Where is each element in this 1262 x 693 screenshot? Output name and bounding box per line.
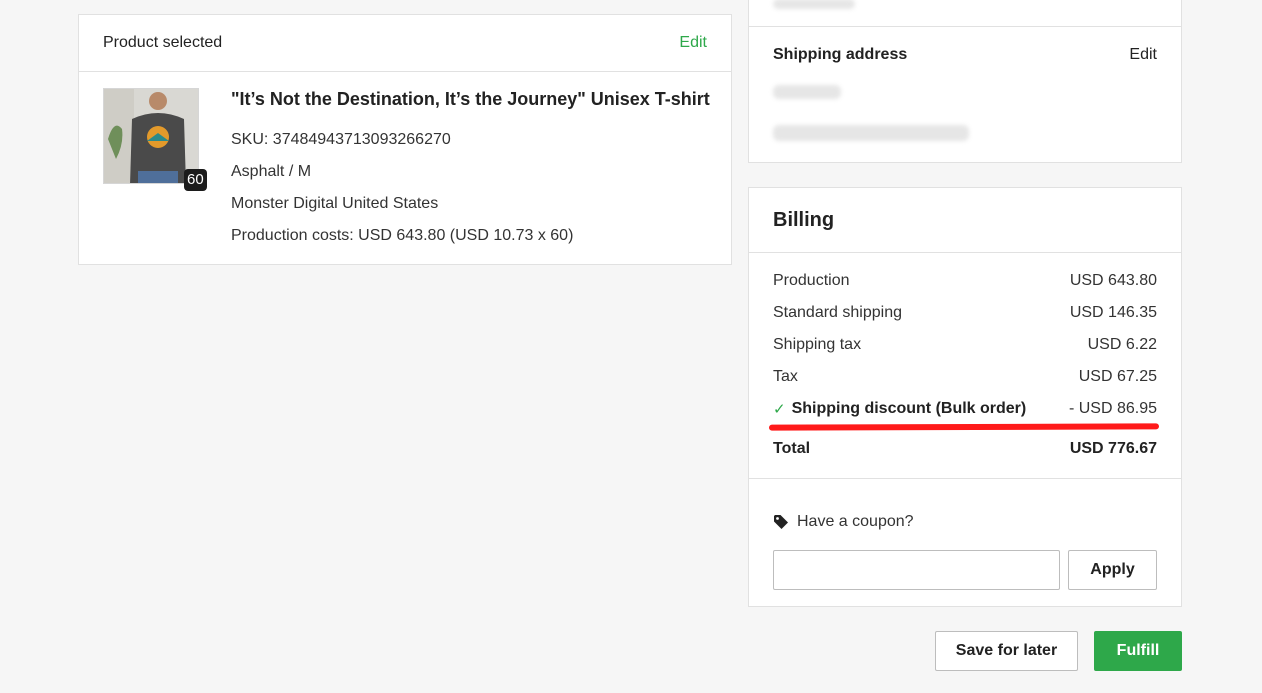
- tag-icon: [773, 514, 789, 530]
- billing-row: Tax USD 67.25: [773, 368, 1157, 386]
- billing-row: Production USD 643.80: [773, 272, 1157, 290]
- product-card-body: 60 "It’s Not the Destination, It’s the J…: [79, 72, 731, 265]
- shipping-discount-row: ✓ Shipping discount (Bulk order) - USD 8…: [773, 400, 1157, 418]
- quantity-badge: 60: [184, 169, 207, 191]
- billing-row-label: Shipping discount (Bulk order): [791, 400, 1027, 417]
- redacted-address-line: [773, 85, 841, 99]
- billing-row-label: Shipping tax: [773, 336, 862, 353]
- billing-row-value: - USD 86.95: [1068, 400, 1157, 417]
- billing-title: Billing: [773, 208, 835, 231]
- check-icon: ✓: [773, 401, 786, 418]
- shipping-address-card: Shipping address Edit: [748, 0, 1182, 163]
- billing-total-row: Total USD 776.67: [773, 440, 1157, 458]
- billing-row-value: USD 643.80: [1069, 272, 1157, 289]
- billing-row-label: Tax: [773, 368, 798, 385]
- billing-row: Standard shipping USD 146.35: [773, 304, 1157, 322]
- edit-product-link[interactable]: Edit: [679, 34, 707, 52]
- billing-header: Billing: [749, 188, 1181, 253]
- save-for-later-button[interactable]: Save for later: [935, 631, 1078, 671]
- product-sku: SKU: 374849437130932662​70: [231, 131, 451, 148]
- product-selected-card: Product selected Edit 60 "It’s Not the D…: [78, 14, 732, 265]
- product-card-title: Product selected: [103, 34, 223, 51]
- total-value: USD 776.67: [1069, 440, 1157, 457]
- redacted-address-line: [773, 125, 969, 141]
- total-label: Total: [773, 440, 811, 457]
- billing-row: Shipping tax USD 6.22: [773, 336, 1157, 354]
- billing-row-value: USD 146.35: [1069, 304, 1157, 321]
- coupon-input[interactable]: [773, 550, 1060, 590]
- highlight-underline: [768, 423, 1160, 431]
- product-production-costs: Production costs: USD 643.80 (USD 10.73 …: [231, 227, 574, 244]
- product-card-header: Product selected Edit: [79, 15, 731, 72]
- shipping-address-title: Shipping address: [773, 46, 908, 63]
- divider: [749, 478, 1181, 479]
- redacted-text: [773, 0, 855, 9]
- edit-address-link[interactable]: Edit: [1129, 46, 1157, 64]
- apply-coupon-button[interactable]: Apply: [1068, 550, 1157, 590]
- product-variant: Asphalt / M: [231, 163, 312, 180]
- product-provider: Monster Digital United States: [231, 195, 439, 212]
- billing-row-label: Production: [773, 272, 850, 289]
- coupon-label-text: Have a coupon?: [797, 513, 914, 530]
- billing-row-label: Standard shipping: [773, 304, 902, 321]
- coupon-label: Have a coupon?: [773, 513, 914, 531]
- billing-row-value: USD 67.25: [1078, 368, 1157, 385]
- product-name: "It’s Not the Destination, It’s the Jour…: [231, 89, 710, 109]
- billing-card: Billing Production USD 643.80 Standard s…: [748, 187, 1182, 607]
- fulfill-button[interactable]: Fulfill: [1094, 631, 1182, 671]
- billing-row-value: USD 6.22: [1087, 336, 1157, 353]
- divider: [749, 26, 1181, 27]
